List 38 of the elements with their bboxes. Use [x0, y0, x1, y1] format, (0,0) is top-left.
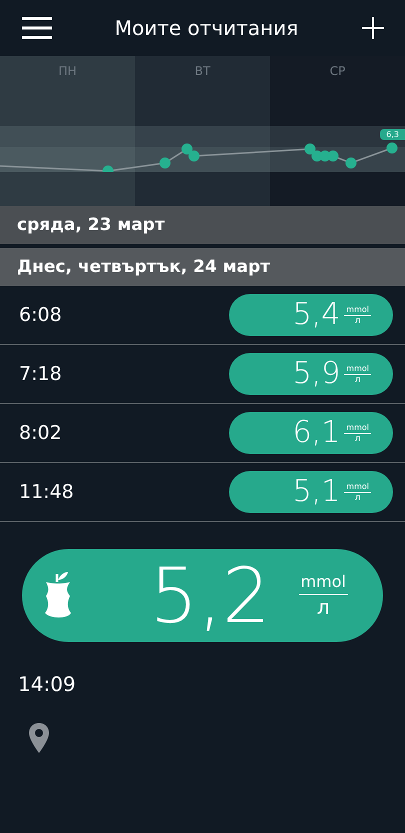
current-reading-time: 14:09 — [18, 672, 76, 696]
reading-time: 8:02 — [19, 422, 62, 444]
data-point — [386, 142, 398, 154]
day-label: ПН — [58, 64, 77, 78]
unit-denominator: л — [354, 374, 361, 384]
unit-denominator: л — [354, 316, 361, 326]
data-point — [328, 150, 338, 162]
menu-button[interactable] — [22, 16, 52, 40]
data-point — [182, 144, 192, 154]
day-label: СР — [330, 64, 346, 78]
glucose-value: 5,1 — [292, 477, 340, 507]
data-point — [304, 144, 316, 154]
data-point — [346, 158, 356, 168]
screen-title: Моите отчитания — [114, 16, 298, 40]
reading-time: 6:08 — [19, 304, 62, 326]
data-point — [102, 166, 114, 172]
date-header: Днес, четвъртък, 24 март — [0, 248, 405, 286]
unit-numerator: mmol — [344, 304, 371, 316]
unit-numerator: mmol — [344, 364, 371, 374]
data-point — [160, 158, 170, 168]
data-point — [188, 150, 200, 162]
date-header: сряда, 23 март — [0, 206, 405, 244]
day-label: ВТ — [194, 64, 210, 78]
glucose-value: 5,9 — [292, 359, 340, 389]
glucose-value: 5,4 — [292, 300, 340, 330]
unit-numerator: mmol — [298, 572, 348, 595]
unit-denominator: л — [354, 434, 361, 444]
latest-value-badge: 6,3 — [380, 129, 405, 140]
glucose-value: 5,2 — [150, 558, 271, 634]
add-button[interactable] — [360, 16, 385, 40]
location-pin-icon[interactable] — [28, 722, 50, 754]
reading-time: 11:48 — [19, 481, 74, 503]
unit-denominator: л — [354, 492, 361, 502]
unit-numerator: mmol — [344, 482, 371, 492]
reading-time: 7:18 — [19, 363, 62, 385]
unit-denominator: л — [316, 595, 330, 619]
glucose-value: 6,1 — [292, 418, 340, 448]
unit-numerator: mmol — [344, 422, 371, 434]
